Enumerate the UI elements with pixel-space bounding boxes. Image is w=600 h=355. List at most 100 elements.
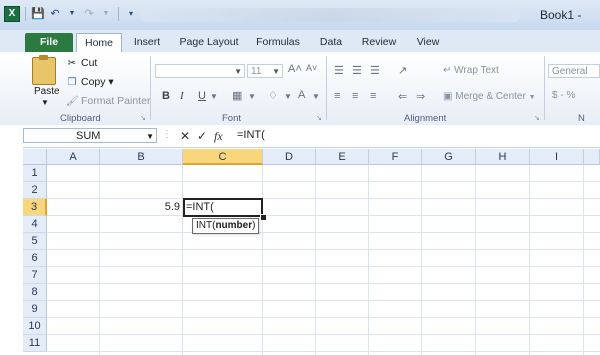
gridline <box>47 249 600 250</box>
column-header-e[interactable]: E <box>316 149 369 165</box>
undo-icon[interactable]: ↶ <box>48 7 62 21</box>
name-box[interactable]: SUM ▼ <box>23 128 157 143</box>
bold-button[interactable]: B <box>162 90 170 102</box>
column-header-g[interactable]: G <box>422 149 476 165</box>
margin <box>0 147 23 355</box>
row-header[interactable]: 1 <box>23 165 47 182</box>
row-header[interactable]: 3 <box>23 199 47 216</box>
save-icon[interactable]: 💾 <box>31 7 45 21</box>
tab-file[interactable]: File <box>25 33 73 52</box>
orientation-icon[interactable]: ↗ <box>398 64 407 77</box>
cell-b3[interactable]: 5.9 <box>100 199 182 216</box>
tab-formulas[interactable]: Formulas <box>252 33 304 52</box>
tab-home[interactable]: Home <box>76 33 122 53</box>
align-middle-icon[interactable]: ☰ <box>352 64 362 77</box>
font-size-select[interactable]: 11 ▼ <box>247 64 283 78</box>
divider <box>326 56 327 120</box>
customize-qat-icon[interactable]: ▾ <box>124 7 138 21</box>
chevron-down-icon: ▼ <box>234 67 242 76</box>
tab-review[interactable]: Review <box>358 33 400 52</box>
decrease-indent-icon[interactable]: ⇐ <box>398 90 407 103</box>
excel-logo-icon[interactable]: X <box>4 6 20 22</box>
wrap-text-label: Wrap Text <box>454 65 499 76</box>
select-all-corner[interactable] <box>23 149 47 165</box>
divider <box>25 7 26 21</box>
column-header-f[interactable]: F <box>369 149 422 165</box>
shrink-font-button[interactable]: A˅ <box>306 63 317 73</box>
dialog-launcher-icon[interactable]: ↘ <box>316 114 322 122</box>
dialog-launcher-icon[interactable]: ↘ <box>140 114 146 122</box>
tab-page-layout[interactable]: Page Layout <box>176 33 242 52</box>
enter-icon[interactable]: ✓ <box>197 129 207 143</box>
fill-handle[interactable] <box>260 214 267 221</box>
brush-icon: 🖌 <box>66 95 79 107</box>
group-label-number: N <box>578 113 585 124</box>
gridline <box>47 283 600 284</box>
chevron-down-icon[interactable]: ▼ <box>248 92 256 101</box>
redo-icon[interactable]: ↷ <box>82 7 96 21</box>
tooltip-argument[interactable]: number <box>215 220 252 231</box>
grow-font-button[interactable]: A˄ <box>288 63 302 75</box>
column-header-d[interactable]: D <box>263 149 316 165</box>
column-header-partial[interactable] <box>584 149 600 165</box>
wrap-text-button[interactable]: ↵ Wrap Text <box>443 65 499 76</box>
row-header[interactable]: 9 <box>23 301 47 318</box>
borders-icon[interactable]: ▦ <box>232 89 242 102</box>
formula-input[interactable]: =INT( <box>237 129 265 141</box>
scissors-icon: ✂ <box>67 57 77 69</box>
font-color-icon[interactable]: A <box>298 89 305 101</box>
chevron-down-icon[interactable]: ▼ <box>146 129 154 144</box>
align-center-icon[interactable]: ≡ <box>352 90 359 102</box>
column-header-i[interactable]: I <box>530 149 584 165</box>
chevron-down-icon[interactable]: ▼ <box>210 92 218 101</box>
column-header-h[interactable]: H <box>476 149 530 165</box>
merge-center-label: Merge & Center <box>455 91 526 102</box>
tab-data[interactable]: Data <box>314 33 348 52</box>
column-header-a[interactable]: A <box>47 149 100 165</box>
paste-button[interactable]: Paste <box>34 86 60 97</box>
column-header-b[interactable]: B <box>100 149 183 165</box>
row-header[interactable]: 11 <box>23 335 47 352</box>
row-header[interactable]: 5 <box>23 233 47 250</box>
column-header-c[interactable]: C <box>183 149 263 165</box>
row-header[interactable]: 6 <box>23 250 47 267</box>
chevron-down-icon[interactable]: ▼ <box>312 92 320 101</box>
group-label-font: Font <box>222 113 242 124</box>
dialog-launcher-icon[interactable]: ↘ <box>534 114 540 122</box>
paste-icon[interactable] <box>32 55 56 85</box>
copy-button[interactable]: ❐ Copy ▾ <box>66 76 114 88</box>
italic-button[interactable]: I <box>180 90 184 102</box>
resize-handle-icon[interactable]: ⋮ <box>162 129 172 140</box>
format-painter-button[interactable]: 🖌 Format Painter <box>66 95 150 107</box>
dropdown-icon[interactable]: ▼ <box>99 7 113 21</box>
merge-center-button[interactable]: ▣ Merge & Center ▼ <box>443 91 536 102</box>
insert-function-icon[interactable]: fx <box>214 129 223 144</box>
chevron-down-icon[interactable]: ▼ <box>41 98 49 107</box>
number-format-select[interactable]: General <box>548 64 600 78</box>
dropdown-icon[interactable]: ▼ <box>65 7 79 21</box>
function-tooltip: INT(number) <box>192 218 260 234</box>
row-header[interactable]: 2 <box>23 182 47 199</box>
tab-view[interactable]: View <box>410 33 446 52</box>
cell-c3-active[interactable]: =INT( <box>183 198 263 217</box>
align-top-icon[interactable]: ☰ <box>334 64 344 77</box>
cancel-icon[interactable]: ✕ <box>180 129 190 143</box>
align-right-icon[interactable]: ≡ <box>370 90 377 102</box>
fill-color-icon[interactable]: ♢ <box>268 89 278 102</box>
gridline <box>583 165 584 355</box>
quick-access-toolbar: X 💾 ↶ ▼ ↷ ▼ ▾ <box>4 6 138 22</box>
row-header[interactable]: 7 <box>23 267 47 284</box>
number-format-buttons[interactable]: $ - % <box>552 90 575 101</box>
group-label-clipboard: Clipboard <box>60 113 101 124</box>
underline-button[interactable]: U <box>198 90 206 102</box>
row-header[interactable]: 4 <box>23 216 47 233</box>
tab-insert[interactable]: Insert <box>128 33 166 52</box>
font-name-select[interactable]: ▼ <box>155 64 245 78</box>
align-bottom-icon[interactable]: ☰ <box>370 64 380 77</box>
row-header[interactable]: 8 <box>23 284 47 301</box>
row-header[interactable]: 10 <box>23 318 47 335</box>
increase-indent-icon[interactable]: ⇒ <box>416 90 425 103</box>
chevron-down-icon[interactable]: ▼ <box>284 92 292 101</box>
align-left-icon[interactable]: ≡ <box>334 90 341 102</box>
cut-button[interactable]: ✂ Cut <box>66 57 98 69</box>
